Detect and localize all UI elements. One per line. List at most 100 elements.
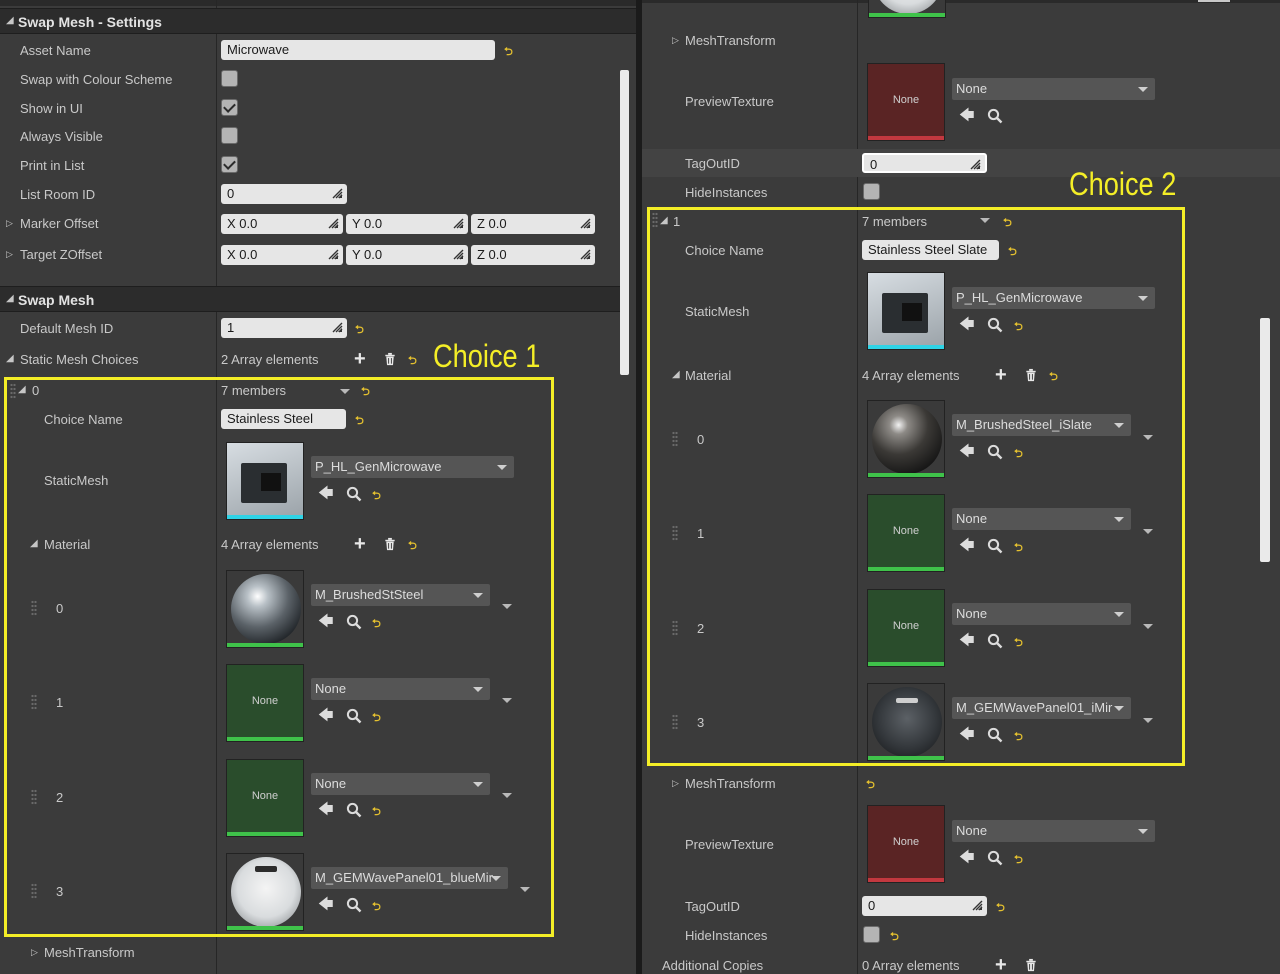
drag-grip-icon[interactable] — [31, 694, 37, 710]
drag-grip-icon[interactable] — [672, 620, 678, 636]
marker-offset-z-input[interactable]: Z 0.0 — [471, 214, 595, 234]
chevron-down-icon[interactable] — [520, 887, 530, 892]
reset-arrow-icon[interactable]: ⮌ — [1014, 445, 1023, 464]
reset-arrow-icon[interactable]: ⮌ — [361, 383, 370, 402]
list-room-input[interactable]: 0 — [221, 184, 347, 204]
expand-arrow-icon[interactable]: ▷ — [672, 778, 679, 788]
browse-search-icon[interactable] — [987, 538, 1003, 554]
collapse-arrow-icon[interactable]: ◢ — [30, 539, 38, 549]
drag-handle-icon[interactable] — [453, 249, 464, 260]
material-thumbnail[interactable] — [867, 683, 945, 761]
material-thumbnail[interactable] — [226, 570, 304, 648]
material-thumbnail[interactable]: None — [867, 589, 945, 667]
use-selected-arrow-icon[interactable]: 🡄 — [959, 444, 975, 459]
browse-search-icon[interactable] — [346, 486, 362, 502]
texture-thumbnail[interactable]: None — [867, 63, 945, 141]
drag-handle-icon[interactable] — [328, 249, 339, 260]
drag-grip-icon[interactable] — [31, 789, 37, 805]
tag-out-input[interactable]: 0 — [862, 153, 987, 173]
use-selected-arrow-icon[interactable]: 🡄 — [959, 538, 975, 553]
material-thumbnail[interactable] — [226, 853, 304, 931]
chevron-down-icon[interactable] — [502, 698, 512, 703]
reset-arrow-icon[interactable]: ⮌ — [355, 321, 364, 340]
add-element-icon[interactable]: + — [995, 955, 1007, 974]
section-header-settings[interactable]: ◢ Swap Mesh - Settings — [0, 8, 636, 34]
use-selected-arrow-icon[interactable]: 🡄 — [318, 614, 334, 629]
show-ui-checkbox[interactable] — [221, 99, 238, 116]
preview-texture-combo[interactable]: None — [952, 820, 1155, 842]
use-selected-arrow-icon[interactable]: 🡄 — [959, 850, 975, 865]
reset-arrow-icon[interactable]: ⮌ — [866, 776, 875, 795]
chevron-down-icon[interactable] — [980, 218, 990, 223]
drag-grip-icon[interactable] — [10, 383, 16, 399]
reset-arrow-icon[interactable]: ⮌ — [1014, 539, 1023, 558]
collapse-arrow-icon[interactable]: ◢ — [6, 16, 14, 26]
browse-search-icon[interactable] — [987, 850, 1003, 866]
tag-out-input[interactable]: 0 — [862, 896, 987, 916]
browse-search-icon[interactable] — [346, 897, 362, 913]
hide-instances-checkbox[interactable] — [863, 183, 880, 200]
collapse-arrow-icon[interactable]: ◢ — [18, 385, 26, 395]
section-header-swap-mesh[interactable]: ◢ Swap Mesh — [0, 286, 620, 312]
reset-arrow-icon[interactable]: ⮌ — [1014, 318, 1023, 337]
choice-name-input[interactable]: Stainless Steel Slate — [862, 240, 999, 260]
browse-search-icon[interactable] — [346, 708, 362, 724]
expand-arrow-icon[interactable]: ▷ — [6, 218, 13, 228]
material-thumbnail[interactable]: None — [226, 759, 304, 837]
hide-instances-checkbox[interactable] — [863, 926, 880, 943]
expand-arrow-icon[interactable]: ▷ — [31, 947, 38, 957]
drag-grip-icon[interactable] — [31, 883, 37, 899]
use-selected-arrow-icon[interactable]: 🡄 — [318, 708, 334, 723]
swap-colour-checkbox[interactable] — [221, 70, 238, 87]
drag-grip-icon[interactable] — [652, 212, 658, 228]
reset-arrow-icon[interactable]: ⮌ — [996, 899, 1005, 918]
material-thumbnail[interactable]: None — [226, 664, 304, 742]
trash-icon[interactable] — [384, 537, 396, 551]
asset-name-input[interactable]: Microwave — [221, 40, 495, 60]
reset-arrow-icon[interactable]: ⮌ — [372, 898, 381, 917]
material-combo[interactable]: M_BrushedStSteel — [311, 584, 490, 606]
material-combo[interactable]: None — [311, 773, 490, 795]
microwave-thumbnail[interactable] — [226, 442, 304, 520]
chevron-down-icon[interactable] — [1143, 624, 1153, 629]
chevron-down-icon[interactable] — [340, 389, 350, 394]
browse-search-icon[interactable] — [987, 727, 1003, 743]
expand-arrow-icon[interactable]: ▷ — [6, 249, 13, 259]
reset-arrow-icon[interactable]: ⮌ — [504, 43, 513, 62]
reset-arrow-icon[interactable]: ⮌ — [355, 412, 364, 431]
drag-handle-icon[interactable] — [972, 900, 983, 911]
drag-grip-icon[interactable] — [672, 525, 678, 541]
reset-arrow-icon[interactable]: ⮌ — [1049, 368, 1058, 387]
reset-arrow-icon[interactable]: ⮌ — [1008, 243, 1017, 262]
material-combo[interactable]: M_GEMWavePanel01_blueMir — [311, 867, 508, 889]
drag-handle-icon[interactable] — [332, 322, 343, 333]
material-combo[interactable]: M_GEMWavePanel01_iMir — [952, 697, 1131, 719]
drag-handle-icon[interactable] — [332, 188, 343, 199]
always-visible-checkbox[interactable] — [221, 127, 238, 144]
reset-arrow-icon[interactable]: ⮌ — [372, 803, 381, 822]
browse-search-icon[interactable] — [346, 802, 362, 818]
material-combo[interactable]: None — [952, 508, 1131, 530]
browse-search-icon[interactable] — [987, 633, 1003, 649]
material-combo[interactable]: None — [952, 603, 1131, 625]
trash-icon[interactable] — [384, 352, 396, 366]
use-selected-arrow-icon[interactable]: 🡄 — [959, 633, 975, 648]
static-mesh-combo[interactable]: P_HL_GenMicrowave — [952, 287, 1155, 309]
reset-arrow-icon[interactable]: ⮌ — [372, 709, 381, 728]
material-thumbnail[interactable] — [868, 0, 946, 18]
collapse-arrow-icon[interactable]: ◢ — [6, 354, 14, 364]
default-mesh-input[interactable]: 1 — [221, 318, 347, 338]
drag-handle-icon[interactable] — [328, 218, 339, 229]
scrollbar-thumb[interactable] — [1260, 318, 1270, 562]
drag-grip-icon[interactable] — [31, 600, 37, 616]
scrollbar-thumb[interactable] — [620, 70, 629, 375]
browse-search-icon[interactable] — [346, 614, 362, 630]
reset-arrow-icon[interactable]: ⮌ — [1014, 851, 1023, 870]
static-mesh-combo[interactable]: P_HL_GenMicrowave — [311, 456, 514, 478]
drag-handle-icon[interactable] — [580, 249, 591, 260]
choice-name-input[interactable]: Stainless Steel — [221, 409, 346, 429]
chevron-down-icon[interactable] — [502, 604, 512, 609]
trash-icon[interactable] — [1025, 958, 1037, 972]
material-thumbnail[interactable]: None — [867, 494, 945, 572]
browse-search-icon[interactable] — [987, 317, 1003, 333]
